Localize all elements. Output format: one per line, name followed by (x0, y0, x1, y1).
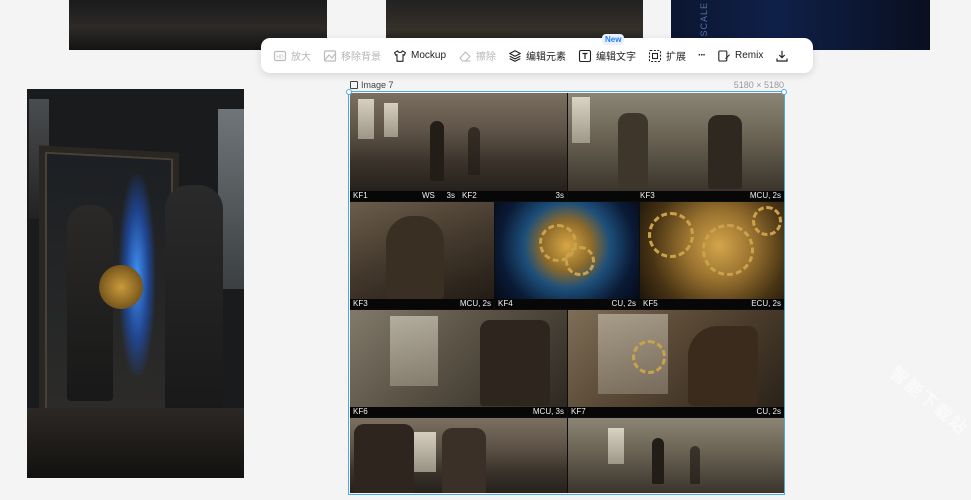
remove-bg-icon (323, 49, 337, 63)
thumbnail-caption: SCALE (699, 2, 709, 37)
tshirt-icon (393, 49, 407, 63)
image-dimensions: 5180 × 5180 (733, 80, 784, 90)
new-badge: New (602, 33, 625, 45)
image-label-bar: Image 7 5180 × 5180 (350, 80, 784, 92)
remix-label: Remix (735, 50, 764, 61)
svg-text:HD: HD (276, 54, 284, 60)
expand-button[interactable]: 扩展 (642, 43, 692, 69)
watermark: 智能下载站 (886, 363, 971, 440)
image-name: Image 7 (350, 80, 394, 90)
upscale-label: 放大 (291, 52, 311, 63)
edit-text-label: 编辑文字 (596, 52, 637, 63)
selection-outline (348, 91, 785, 495)
more-button[interactable]: ··· (692, 43, 711, 69)
gear-shape (99, 265, 143, 309)
remove-background-label: 移除背景 (341, 52, 381, 63)
image-name-text: Image 7 (361, 80, 394, 90)
floor-shape (27, 408, 244, 478)
erase-button[interactable]: 擦除 (452, 43, 502, 69)
remix-icon (717, 49, 731, 63)
mockup-label: Mockup (411, 50, 447, 61)
image-icon (350, 81, 358, 89)
edit-elements-label: 编辑元素 (526, 52, 567, 63)
resize-handle-top-right[interactable] (781, 89, 787, 95)
erase-label: 擦除 (476, 52, 497, 63)
remix-button[interactable]: Remix (711, 43, 769, 69)
left-image-preview[interactable] (27, 89, 244, 478)
edit-text-button[interactable]: New 编辑文字 (572, 33, 642, 69)
download-button[interactable] (769, 43, 799, 69)
more-icon: ··· (698, 50, 706, 61)
image-toolbar: HD 放大 移除背景 Mockup 擦除 编辑元素 New 编辑文字 扩展 ··… (261, 33, 813, 73)
eraser-icon (458, 49, 472, 63)
remove-background-button[interactable]: 移除背景 (317, 43, 387, 69)
upscale-icon: HD (273, 49, 287, 63)
edit-elements-button[interactable]: 编辑元素 (502, 43, 572, 69)
download-icon (775, 49, 789, 63)
man-figure (165, 185, 223, 435)
expand-label: 扩展 (666, 52, 687, 63)
layers-icon (508, 49, 522, 63)
text-icon (578, 49, 592, 63)
mockup-button[interactable]: Mockup (387, 43, 452, 69)
upscale-button[interactable]: HD 放大 (267, 43, 317, 69)
resize-handle-top-left[interactable] (346, 89, 352, 95)
expand-icon (648, 49, 662, 63)
